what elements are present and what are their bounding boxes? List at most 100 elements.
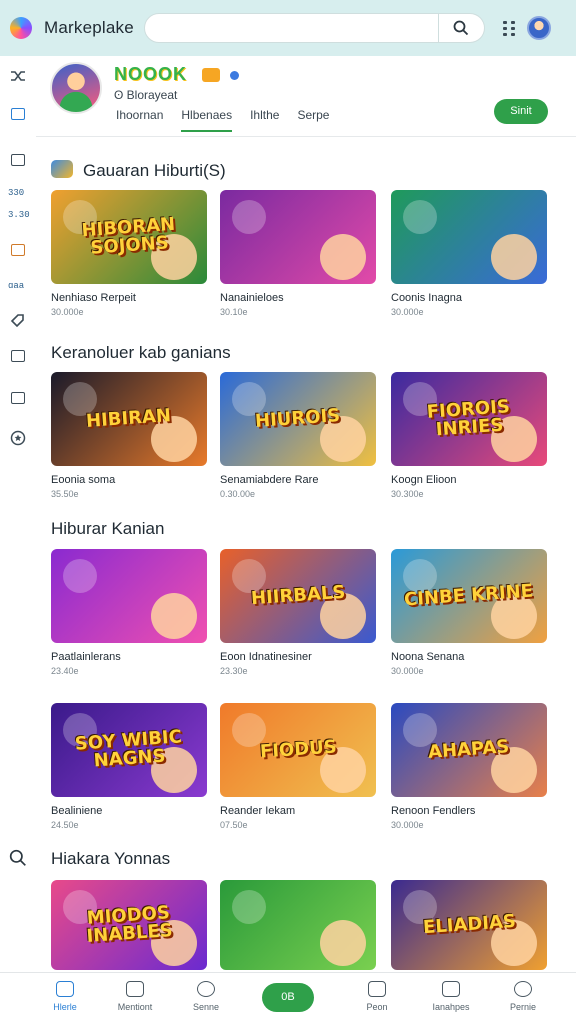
video-title[interactable]: Bealiniene	[51, 805, 207, 817]
video-card[interactable]: ELIADIAS	[391, 880, 547, 978]
nav-mentiont[interactable]: Mentiont	[100, 979, 170, 1012]
play-square-icon[interactable]	[9, 348, 27, 364]
video-thumbnail[interactable]: FIODUS	[220, 703, 376, 797]
thumbnail-art	[403, 200, 437, 234]
apps-grid-icon[interactable]	[502, 21, 515, 36]
video-title[interactable]: Noona Senana	[391, 651, 547, 663]
thumbnail-title	[290, 236, 306, 237]
video-thumbnail[interactable]: CINBE KRINE	[391, 549, 547, 643]
keyboard-icon[interactable]	[9, 152, 27, 168]
nav-ianahpes[interactable]: Ianahpes	[416, 979, 486, 1012]
video-card[interactable]: FIODUS Reander Iekam 07.50e	[220, 703, 376, 830]
thumbnail-title	[461, 236, 477, 237]
video-title[interactable]: Paatlainlerans	[51, 651, 207, 663]
video-thumbnail[interactable]	[220, 880, 376, 970]
video-title[interactable]: Nanainieloes	[220, 292, 376, 304]
section-title: Hiburar Kanian	[51, 519, 165, 538]
nav-label: Mentiont	[117, 1002, 153, 1012]
video-thumbnail[interactable]: AHAPAS	[391, 703, 547, 797]
tag-icon[interactable]	[9, 312, 27, 328]
video-card[interactable]: HIIRBALS Eoon Idnatinesiner 23.30e	[220, 549, 376, 676]
video-card[interactable]: CINBE KRINE Noona Senana 30.000e	[391, 549, 547, 676]
section-title: Hiakara Yonnas	[51, 849, 171, 868]
video-thumbnail[interactable]: HIBORAN SOJONS	[51, 190, 207, 284]
section-title-text: Gauaran Hiburti(S)	[83, 161, 226, 180]
video-meta: 23.30e	[220, 666, 248, 676]
video-card[interactable]: FIOROIS INRIES Koogn Elioon 30.300e	[391, 372, 547, 499]
message-icon	[368, 981, 386, 997]
video-thumbnail[interactable]: HIBIRAN	[51, 372, 207, 466]
video-thumbnail[interactable]: SOY WIBIC NAGNS	[51, 703, 207, 797]
video-title[interactable]: Senamiabdere Rare	[220, 474, 376, 486]
thumbnail-art	[63, 559, 97, 593]
video-card[interactable]: Nanainieloes 30.10e	[220, 190, 376, 317]
search-button[interactable]	[438, 13, 485, 43]
search-input[interactable]	[143, 13, 439, 43]
tag-icon	[442, 981, 460, 997]
thumbnail-art	[320, 920, 366, 966]
thumbnail-art	[491, 234, 537, 280]
video-card[interactable]: Coonis Inagna 30.000e	[391, 190, 547, 317]
home-square-icon[interactable]	[9, 106, 27, 122]
video-thumbnail[interactable]	[220, 190, 376, 284]
nav-label: Senne	[192, 1002, 220, 1012]
thumbnail-art	[320, 234, 366, 280]
nav-pernie[interactable]: Pernie	[488, 979, 558, 1012]
thumbnail-art	[232, 890, 266, 924]
nav-peon[interactable]: Peon	[342, 979, 412, 1012]
video-thumbnail[interactable]: MIODOS INABLES	[51, 880, 207, 970]
nav-home[interactable]: Hlerle	[30, 979, 100, 1012]
video-meta: 30.000e	[51, 307, 84, 317]
video-card[interactable]: HIBORAN SOJONS Nenhiaso Rerpeit 30.000e	[51, 190, 207, 317]
rail-stat-2: 3.30	[8, 210, 30, 220]
app-logo-icon[interactable]	[10, 17, 32, 39]
video-meta: 0.30.00e	[220, 489, 256, 499]
verified-icon	[230, 71, 239, 80]
ticket-icon[interactable]	[9, 390, 27, 406]
channel-avatar[interactable]	[50, 62, 102, 114]
video-thumbnail[interactable]: ELIADIAS	[391, 880, 547, 970]
search-icon	[453, 20, 469, 36]
video-title[interactable]: Eoonia soma	[51, 474, 207, 486]
header-divider	[36, 136, 576, 137]
video-thumbnail[interactable]: FIOROIS INRIES	[391, 372, 547, 466]
nav-senne[interactable]: Senne	[171, 979, 241, 1012]
video-meta: 23.40e	[51, 666, 79, 676]
create-button[interactable]: 0B	[262, 983, 314, 1012]
tab-ihoornan[interactable]: Ihoornan	[116, 106, 163, 132]
video-card[interactable]: AHAPAS Renoon Fendlers 30.000e	[391, 703, 547, 830]
nav-label: Peon	[366, 1002, 388, 1012]
tab-ihlthe[interactable]: Ihlthe	[250, 106, 279, 132]
shuffle-icon[interactable]	[9, 68, 27, 84]
video-card[interactable]	[220, 880, 376, 978]
video-title[interactable]: Reander Iekam	[220, 805, 376, 817]
subscribe-button[interactable]: Sinit	[494, 99, 548, 124]
video-card[interactable]: SOY WIBIC NAGNS Bealiniene 24.50e	[51, 703, 207, 830]
video-card[interactable]: HIBIRAN Eoonia soma 35.50e	[51, 372, 207, 499]
video-card[interactable]: HIUROIS Senamiabdere Rare 0.30.00e	[220, 372, 376, 499]
video-card[interactable]: MIODOS INABLES	[51, 880, 207, 978]
user-avatar[interactable]	[526, 16, 551, 40]
nav-label: Hlerle	[53, 1002, 77, 1012]
tab-hlbenaes[interactable]: Hlbenaes	[181, 106, 233, 132]
app-title: Markeplake	[44, 18, 134, 37]
section-title: Keranoluer kab ganians	[51, 343, 231, 362]
calendar-icon[interactable]	[9, 242, 27, 258]
video-thumbnail[interactable]: HIUROIS	[220, 372, 376, 466]
channel-name: NOOOK	[114, 64, 188, 84]
video-title[interactable]: Renoon Fendlers	[391, 805, 547, 817]
video-card[interactable]: Paatlainlerans 23.40e	[51, 549, 207, 676]
video-meta: 30.300e	[391, 489, 424, 499]
video-thumbnail[interactable]	[391, 190, 547, 284]
home-icon	[56, 981, 74, 997]
video-title[interactable]: Koogn Elioon	[391, 474, 547, 486]
video-thumbnail[interactable]: HIIRBALS	[220, 549, 376, 643]
search-icon[interactable]	[9, 849, 27, 866]
video-title[interactable]: Eoon Idnatinesiner	[220, 651, 376, 663]
thumbnail-art	[232, 200, 266, 234]
video-thumbnail[interactable]	[51, 549, 207, 643]
video-title[interactable]: Coonis Inagna	[391, 292, 547, 304]
star-circle-icon[interactable]	[9, 430, 27, 446]
video-title[interactable]: Nenhiaso Rerpeit	[51, 292, 207, 304]
tab-serpe[interactable]: Serpe	[297, 106, 329, 132]
